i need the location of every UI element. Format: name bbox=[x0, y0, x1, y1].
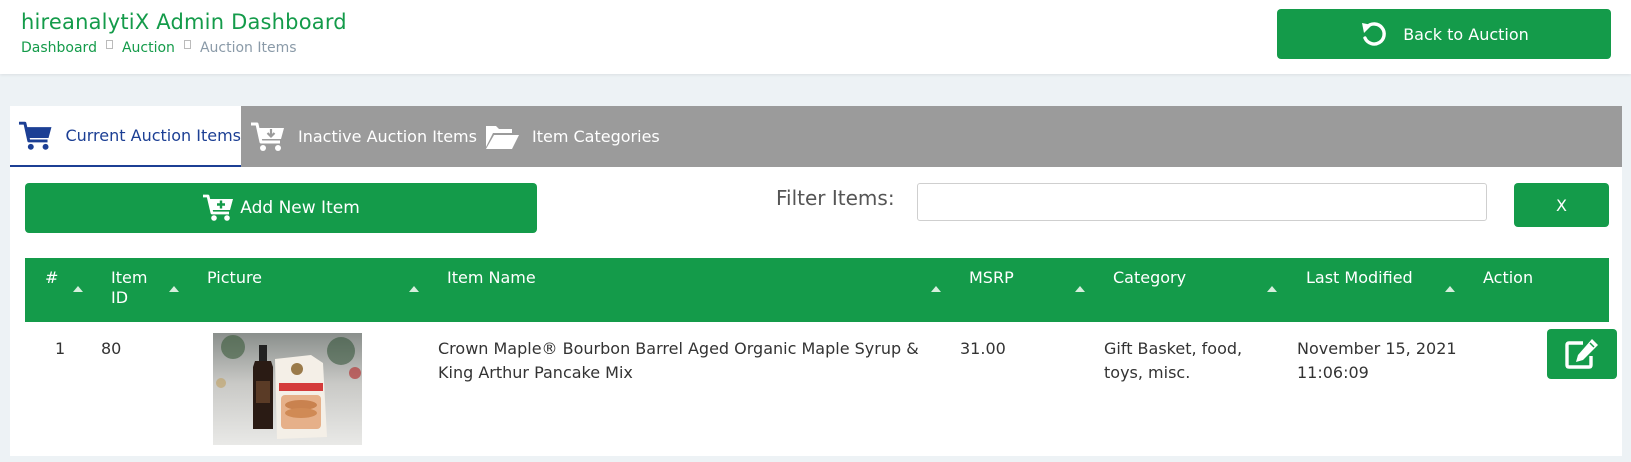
edit-icon bbox=[1565, 339, 1598, 369]
sort-arrow-icon[interactable] bbox=[73, 286, 83, 292]
column-header-label: Picture bbox=[207, 268, 263, 287]
column-header-action: Action bbox=[1483, 268, 1533, 288]
tab-item-categories[interactable]: Item Categories bbox=[484, 106, 660, 167]
breadcrumb-separator-icon bbox=[183, 39, 191, 49]
filter-items-label: Filter Items: bbox=[776, 186, 895, 210]
row-number: 1 bbox=[55, 339, 66, 358]
clear-filter-label: X bbox=[1556, 195, 1567, 215]
table-header: # Item ID Picture Item Name MSRP Categor… bbox=[25, 258, 1609, 322]
breadcrumb-separator-icon bbox=[105, 39, 113, 49]
cart-icon bbox=[18, 121, 52, 150]
tab-current-auction-items[interactable]: Current Auction Items bbox=[10, 106, 241, 167]
tab-inactive-auction-items[interactable]: Inactive Auction Items bbox=[250, 106, 477, 167]
table-row: 1 80 Crown Maple® Bourbon Barrel Aged Or… bbox=[25, 322, 1617, 462]
sort-arrow-icon[interactable] bbox=[1267, 286, 1277, 292]
tab-label: Inactive Auction Items bbox=[298, 127, 477, 146]
top-header: hireanalytiX Admin Dashboard Dashboard A… bbox=[0, 0, 1631, 74]
sort-arrow-icon[interactable] bbox=[931, 286, 941, 292]
filter-items-input[interactable] bbox=[917, 183, 1487, 221]
auction-items-panel: Current Auction Items Inactive Auction I… bbox=[10, 106, 1622, 456]
breadcrumb-auction-items: Auction Items bbox=[199, 40, 297, 56]
column-header-label: Action bbox=[1483, 268, 1534, 287]
back-to-auction-button[interactable]: Back to Auction bbox=[1277, 9, 1611, 59]
column-header-label: MSRP bbox=[969, 268, 1014, 287]
tab-label: Item Categories bbox=[532, 127, 660, 146]
cart-download-icon bbox=[251, 122, 284, 151]
tab-label: Current Auction Items bbox=[65, 126, 241, 145]
add-new-item-button[interactable]: Add New Item bbox=[25, 183, 537, 233]
back-to-auction-label: Back to Auction bbox=[1403, 24, 1529, 44]
row-msrp: 31.00 bbox=[960, 339, 1006, 358]
column-header-item-id[interactable]: Item ID bbox=[111, 268, 161, 308]
sort-arrow-icon[interactable] bbox=[409, 286, 419, 292]
column-header-last-modified[interactable]: Last Modified bbox=[1306, 268, 1413, 288]
folder-open-icon bbox=[486, 125, 519, 149]
column-header-picture[interactable]: Picture bbox=[207, 268, 262, 288]
item-picture bbox=[213, 333, 362, 445]
column-header-label: # bbox=[45, 268, 59, 287]
column-header-number[interactable]: # bbox=[45, 268, 58, 288]
row-item-id: 80 bbox=[101, 339, 122, 358]
tab-bar: Current Auction Items Inactive Auction I… bbox=[10, 106, 1622, 167]
sort-arrow-icon[interactable] bbox=[1445, 286, 1455, 292]
column-header-label: Category bbox=[1113, 268, 1187, 287]
breadcrumb-dashboard[interactable]: Dashboard bbox=[21, 40, 97, 56]
column-header-label: Item Name bbox=[447, 268, 536, 287]
breadcrumb-auction[interactable]: Auction bbox=[122, 40, 175, 56]
sort-arrow-icon[interactable] bbox=[1075, 286, 1085, 292]
add-new-item-label: Add New Item bbox=[240, 198, 360, 218]
clear-filter-button[interactable]: X bbox=[1514, 183, 1609, 227]
undo-icon bbox=[1362, 22, 1387, 46]
column-header-item-name[interactable]: Item Name bbox=[447, 268, 536, 288]
column-header-category[interactable]: Category bbox=[1113, 268, 1186, 288]
app-title: hireanalytiX Admin Dashboard bbox=[21, 10, 347, 34]
sort-arrow-icon[interactable] bbox=[169, 286, 179, 292]
column-header-label: Item ID bbox=[111, 268, 148, 307]
column-header-label: Last Modified bbox=[1306, 268, 1413, 287]
edit-item-button[interactable] bbox=[1547, 329, 1617, 379]
cart-plus-icon bbox=[203, 194, 234, 221]
row-last-modified: November 15, 2021 11:06:09 bbox=[1297, 339, 1457, 382]
row-item-name: Crown Maple® Bourbon Barrel Aged Organic… bbox=[438, 339, 919, 382]
column-header-msrp[interactable]: MSRP bbox=[969, 268, 1014, 288]
breadcrumb: Dashboard Auction Auction Items bbox=[21, 39, 297, 56]
row-category: Gift Basket, food, toys, misc. bbox=[1104, 339, 1243, 382]
